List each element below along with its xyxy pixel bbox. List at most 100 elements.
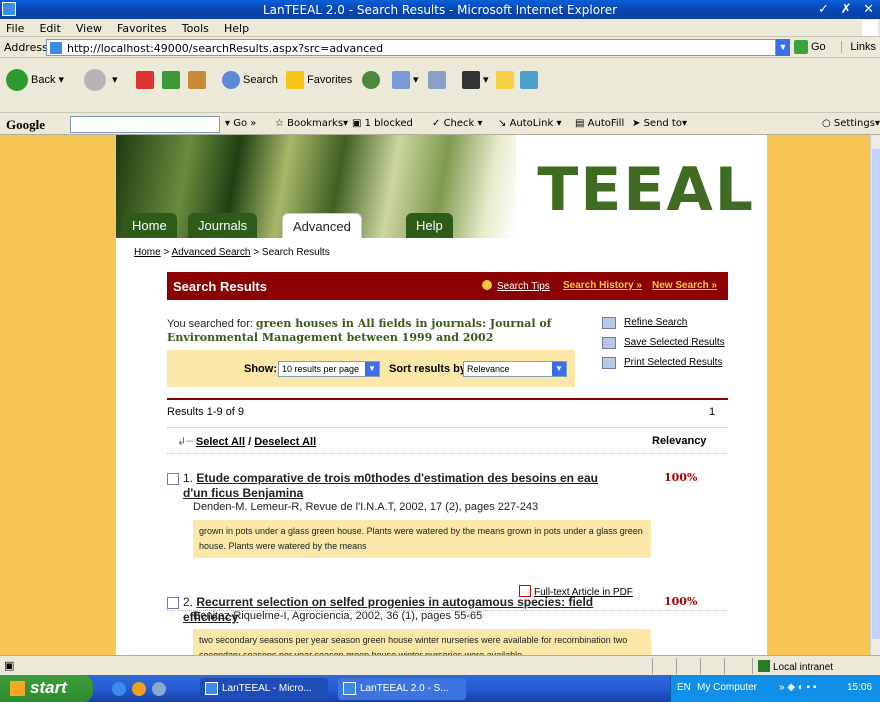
google-go-button[interactable]: ▾ Go »	[225, 118, 256, 129]
taskbar-item-lanteeal-2[interactable]: LanTEEAL 2.0 - S...	[338, 678, 466, 700]
address-input[interactable]: http://localhost:49000/searchResults.asp…	[46, 39, 776, 56]
menu-view[interactable]: View	[70, 19, 108, 38]
page-number-link[interactable]: 1	[709, 406, 715, 418]
result-checkbox[interactable]	[167, 597, 179, 609]
forward-button[interactable]: ▾	[84, 62, 118, 98]
intranet-icon	[758, 660, 770, 672]
start-button[interactable]: start	[0, 675, 93, 702]
window-controls[interactable]: ✓ ✗ ✕	[818, 1, 878, 17]
google-search-input[interactable]	[70, 116, 220, 133]
refresh-button[interactable]	[162, 62, 180, 98]
mail-button[interactable]: ▾	[392, 62, 419, 98]
result-actions: Refine Search Save Selected Results Prin…	[602, 317, 725, 377]
menu-file[interactable]: File	[0, 19, 30, 38]
media-button[interactable]	[362, 62, 383, 98]
window-title: LanTEEAL 2.0 - Search Results - Microsof…	[262, 3, 618, 17]
select-all-link[interactable]: Select All	[196, 436, 245, 448]
relevancy-header: Relevancy	[652, 435, 707, 447]
result-item: 2. Recurrent selection on selfed progeni…	[167, 595, 728, 655]
result-checkbox[interactable]	[167, 473, 179, 485]
autofill-button[interactable]: ▤ AutoFill	[575, 118, 624, 129]
windows-flag-icon	[10, 681, 25, 696]
new-search-link[interactable]: New Search »	[652, 280, 717, 291]
menu-edit[interactable]: Edit	[33, 19, 66, 38]
taskbar-item-lanteeal[interactable]: LanTEEAL - Micro...	[200, 678, 328, 700]
status-divider	[652, 658, 653, 674]
printer-icon	[428, 71, 446, 90]
settings-button[interactable]: ○ Settings▾	[822, 118, 880, 129]
search-button[interactable]: Search	[222, 62, 278, 98]
go-button[interactable]: Go	[794, 40, 826, 54]
stop-icon	[136, 71, 154, 90]
outlook-quicklaunch-icon[interactable]	[132, 682, 146, 696]
google-logo: Google	[6, 117, 45, 132]
folder-button[interactable]	[496, 62, 514, 98]
deselect-all-link[interactable]: Deselect All	[254, 436, 316, 448]
desktop-quicklaunch-icon[interactable]	[152, 682, 166, 696]
refresh-icon	[162, 71, 180, 90]
favorites-button[interactable]: Favorites	[286, 62, 352, 98]
result-title-link[interactable]: Etude comparative de trois m0thodes d'es…	[183, 471, 598, 500]
breadcrumb-home[interactable]: Home	[134, 247, 161, 258]
edit-button[interactable]: ▾	[462, 62, 489, 98]
results-per-page-select[interactable]: 10 results per page ▼	[278, 361, 380, 377]
print-button[interactable]	[428, 62, 446, 98]
window-titlebar: LanTEEAL 2.0 - Search Results - Microsof…	[0, 0, 880, 19]
address-dropdown-button[interactable]: ▼	[776, 39, 790, 56]
result-snippet: two secondary seasons per year season gr…	[193, 629, 651, 655]
links-button[interactable]: Links	[841, 41, 876, 53]
spell-check-button[interactable]: ✓ Check ▾	[432, 118, 483, 129]
scrollbar-thumb[interactable]	[872, 149, 880, 639]
bookmarks-button[interactable]: ☆ Bookmarks▾	[275, 118, 348, 129]
tab-advanced-search[interactable]: Advanced Search	[282, 213, 362, 238]
page-icon	[50, 42, 62, 54]
home-button[interactable]	[188, 62, 206, 98]
status-divider	[724, 658, 725, 674]
edit-icon	[462, 71, 480, 90]
autolink-button[interactable]: ↘ AutoLink ▾	[498, 118, 561, 129]
result-title: 1. Etude comparative de trois m0thodes d…	[183, 471, 598, 500]
favorites-star-icon	[286, 71, 304, 90]
clock: 15:06	[847, 682, 873, 693]
language-indicator[interactable]: EN	[677, 682, 691, 693]
tray-icons[interactable]: » ◆ ◐ ▪ ▪	[779, 682, 817, 693]
page-content: TEEAL Home Journals A-Z Advanced Search …	[116, 135, 767, 655]
vertical-scrollbar[interactable]	[870, 135, 880, 655]
result-snippet: grown in pots under a glass green house.…	[193, 520, 651, 558]
folder-icon	[496, 71, 514, 90]
my-computer-label[interactable]: My Computer	[697, 682, 757, 693]
messenger-button[interactable]	[520, 62, 538, 98]
menu-help[interactable]: Help	[218, 19, 255, 38]
windows-logo-icon	[862, 20, 878, 36]
breadcrumb: Home > Advanced Search > Search Results	[134, 247, 330, 258]
tab-home[interactable]: Home	[122, 213, 177, 238]
teeal-logo: TEEAL	[537, 155, 755, 225]
printer-icon	[602, 357, 616, 369]
menu-favorites[interactable]: Favorites	[111, 19, 173, 38]
breadcrumb-current: Search Results	[261, 247, 330, 258]
search-tips-link[interactable]: Search Tips	[482, 280, 550, 292]
window-icon	[205, 682, 218, 695]
popup-blocked-button[interactable]: ▣ 1 blocked	[352, 118, 413, 129]
menu-bar: File Edit View Favorites Tools Help	[0, 19, 880, 37]
tab-journals-az[interactable]: Journals A-Z	[188, 213, 258, 238]
breadcrumb-advanced-search[interactable]: Advanced Search	[172, 247, 251, 258]
menu-tools[interactable]: Tools	[176, 19, 215, 38]
refine-search-icon	[602, 317, 616, 329]
relevancy-score: 100%	[664, 471, 698, 484]
send-to-button[interactable]: ➤ Send to▾	[632, 118, 687, 129]
back-button[interactable]: Back ▾	[6, 62, 64, 98]
stop-button[interactable]	[136, 62, 154, 98]
print-selected-link[interactable]: Print Selected Results	[624, 357, 722, 368]
sort-label: Sort results by:	[389, 363, 470, 375]
page-status-icon: ▣	[4, 660, 15, 672]
lightbulb-icon	[482, 280, 492, 290]
refine-search-link[interactable]: Refine Search	[624, 317, 687, 328]
address-bar: Address http://localhost:49000/searchRes…	[0, 37, 880, 58]
save-icon	[602, 337, 616, 349]
save-selected-link[interactable]: Save Selected Results	[624, 337, 725, 348]
ie-quicklaunch-icon[interactable]	[112, 682, 126, 696]
sort-select[interactable]: Relevance ▼	[463, 361, 567, 377]
tab-help[interactable]: Help	[406, 213, 453, 238]
search-history-link[interactable]: Search History »	[563, 280, 642, 291]
